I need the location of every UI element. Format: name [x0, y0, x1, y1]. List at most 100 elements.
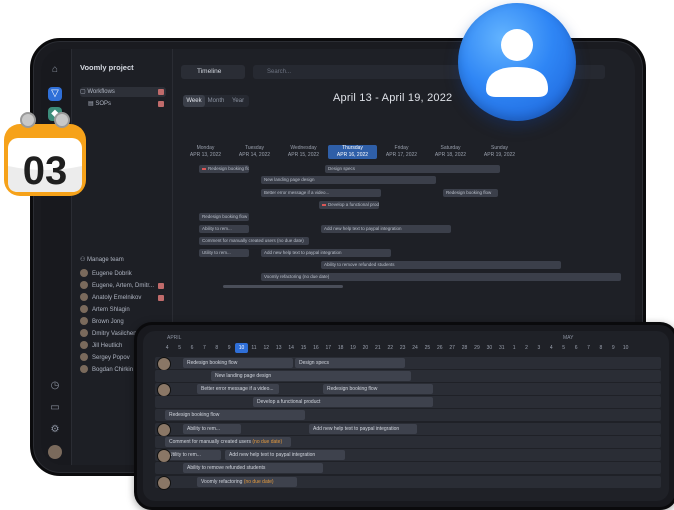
user-icon [458, 3, 576, 121]
member-item[interactable]: Anatoly Emelnikov [80, 293, 141, 303]
task-bar[interactable]: Redesign booking flow [323, 384, 433, 394]
member-item[interactable]: Sergey Popov [80, 353, 130, 363]
day-header-today: Thursday APR 16, 2022 [328, 145, 377, 159]
workspace-icon[interactable]: ▽ [48, 87, 62, 101]
red-marker [158, 295, 164, 301]
red-marker [158, 101, 164, 107]
lane: Utility to rem... Add new help text to p… [155, 449, 661, 461]
day-header: Sunday APR 19, 2022 [483, 145, 516, 158]
member-item[interactable]: Eugene, Artem, Dmitr... [80, 281, 154, 291]
task-bar[interactable]: Add new help text to paypal integration [225, 450, 345, 460]
profile-avatar[interactable] [48, 445, 62, 459]
no-due-date-label: (no due date) [243, 479, 274, 485]
view-tabs: Week Month Year [183, 95, 249, 107]
task-bar[interactable]: Develop a functional product [319, 201, 379, 209]
lane: Ability to rem... Add new help text to p… [155, 423, 661, 435]
task-bar[interactable]: Redesign booking flow [199, 165, 249, 173]
tablet-timeline: APRIL MAY 4 5 6 7 8 9 10 11 12 13 14 15 16 17 18 19 20 21… [143, 331, 669, 501]
task-bar[interactable]: Design specs [325, 165, 500, 173]
avatar [157, 423, 171, 437]
task-bar[interactable]: Ability to remove refunded students [321, 261, 561, 269]
avatar [80, 365, 88, 374]
task-bar[interactable]: Ability to remove refunded students [183, 463, 323, 473]
task-bar[interactable]: Redesign booking flow [199, 213, 249, 221]
settings-icon[interactable]: ⚙ [48, 423, 62, 437]
task-bar[interactable]: Ability to rem... [199, 225, 249, 233]
today-marker: 10 [235, 343, 248, 353]
member-item[interactable]: Eugene Dobrik [80, 269, 132, 279]
day-header: Friday APR 17, 2022 [385, 145, 418, 158]
calendar-day-text: 03 [23, 149, 68, 193]
tab-week[interactable]: Week [183, 95, 205, 107]
tab-month[interactable]: Month [205, 95, 227, 107]
horizontal-scrollbar[interactable] [223, 285, 343, 288]
lane: Develop a functional product [155, 396, 661, 408]
task-bar[interactable]: Better error message if a video... [261, 189, 381, 197]
task-bar[interactable]: Develop a functional product [253, 397, 433, 407]
red-marker [158, 283, 164, 289]
task-bar[interactable]: Design specs [295, 358, 405, 368]
lane: Comment for manually created users (no d… [155, 436, 661, 448]
home-icon[interactable]: ⌂ [48, 63, 62, 77]
avatar [157, 357, 171, 371]
task-bar[interactable]: Utility to rem... [165, 450, 221, 460]
avatar [80, 269, 88, 278]
sidebar-item-label: Workflows [87, 89, 115, 95]
task-bar[interactable]: New landing page design [211, 371, 411, 381]
no-due-date-label: (no due date) [252, 439, 283, 445]
tablet-lanes: Redesign booking flow Design specs New l… [155, 355, 661, 495]
team-icon: ⚇ [80, 257, 88, 263]
day-header: Saturday APR 18, 2022 [434, 145, 467, 158]
task-bar[interactable]: Add new help text to paypal integration [309, 424, 417, 434]
task-bar[interactable]: Utility to rem... [199, 249, 249, 257]
task-bar[interactable]: Comment for manually created users (no d… [165, 437, 291, 447]
avatar [80, 353, 88, 362]
member-item[interactable]: Dmitry Vasilchen [80, 329, 137, 339]
clock-icon[interactable]: ◷ [48, 379, 62, 393]
tab-year[interactable]: Year [227, 95, 249, 107]
task-bar[interactable]: Add new help text to paypal integration [261, 249, 391, 257]
lane: Redesign booking flow Design specs [155, 357, 661, 369]
task-bar[interactable]: Voomly refactoring (no due date) [197, 477, 297, 487]
avatar [80, 317, 88, 326]
member-item[interactable]: Bogdan Chirkin [80, 365, 133, 375]
lane: New landing page design [155, 370, 661, 382]
day-ticks: 4 5 6 7 8 9 10 11 12 13 14 15 16 17 18 19 20 21 22 23 24 25 26… [165, 343, 629, 353]
member-item[interactable]: Jill Heutlich [80, 341, 122, 351]
sidebar-item-sops[interactable]: ▤ SOPs [88, 99, 111, 109]
avatar [157, 383, 171, 397]
sidebar-item-workflows[interactable]: ▢ Workflows [80, 87, 166, 97]
task-bar[interactable]: Add new help text to paypal integration [321, 225, 451, 233]
task-bar[interactable]: Ability to rem... [183, 424, 241, 434]
task-bar[interactable]: Redesign booking flow [443, 189, 498, 197]
task-bar[interactable]: Better error message if a video... [197, 384, 279, 394]
day-header: Tuesday APR 14, 2022 [238, 145, 271, 158]
avatar [80, 293, 88, 302]
avatar [80, 281, 88, 290]
video-icon[interactable]: ▭ [48, 401, 62, 415]
lane: Voomly refactoring (no due date) [155, 476, 661, 488]
task-bar[interactable]: Redesign booking flow [183, 358, 293, 368]
member-item[interactable]: Brown Jong [80, 317, 124, 327]
day-header: Monday APR 13, 2022 [189, 145, 222, 158]
week-header: Monday APR 13, 2022 Tuesday APR 14, 2022 W… [181, 145, 635, 159]
view-select[interactable]: Timeline [181, 65, 245, 79]
avatar [157, 476, 171, 490]
avatar [157, 449, 171, 463]
project-title[interactable]: Voomly project [80, 63, 134, 72]
calendar-icon: 03 [0, 108, 90, 248]
task-bar[interactable]: Redesign booking flow [165, 410, 305, 420]
day-header: Wednesday APR 15, 2022 [287, 145, 320, 158]
member-item[interactable]: Artem Shlagin [80, 305, 130, 315]
manage-team-link[interactable]: ⚇ Manage team [80, 255, 124, 265]
lane: Better error message if a video... Redes… [155, 383, 661, 395]
avatar [80, 305, 88, 314]
task-bar[interactable]: Voomly refactoring (no due date) [261, 273, 621, 281]
sidebar-item-label: SOPs [95, 101, 112, 107]
task-bar[interactable]: Comment for manually created users (no d… [199, 237, 309, 245]
week-timeline: Redesign booking flow Design specs New l… [181, 161, 635, 283]
avatar [80, 341, 88, 350]
task-bar[interactable]: New landing page design [261, 176, 436, 184]
month-labels: APRIL MAY [167, 335, 574, 341]
lane: Redesign booking flow [155, 409, 661, 421]
